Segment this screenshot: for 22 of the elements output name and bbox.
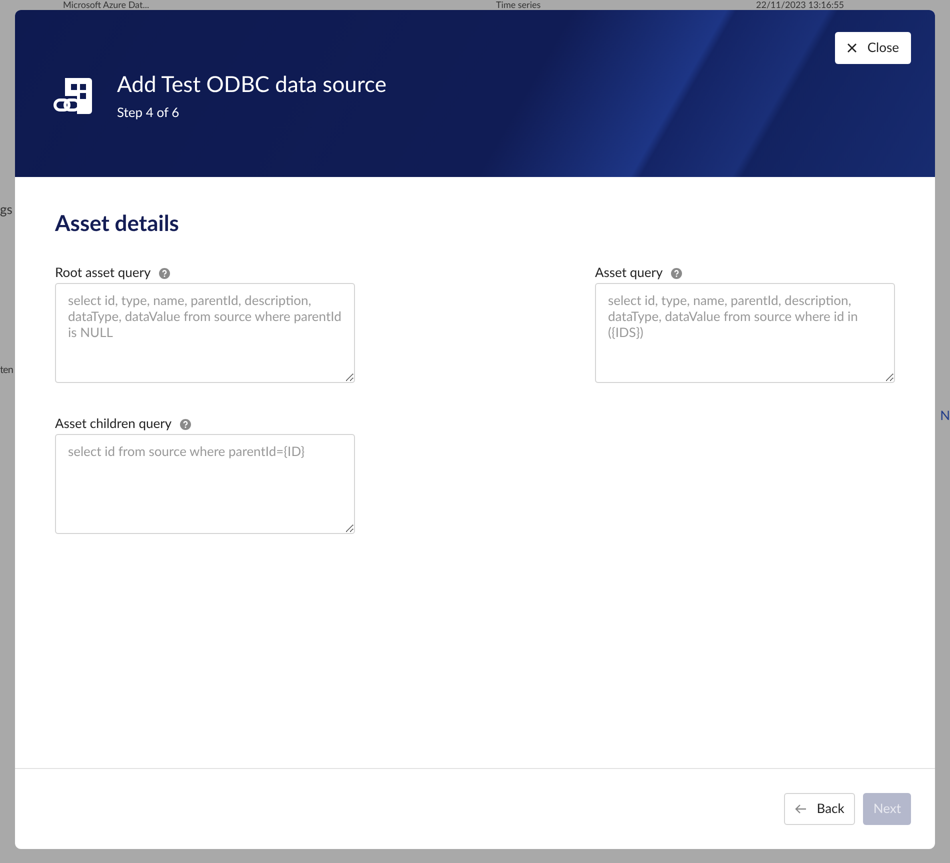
- step-indicator: Step 4 of 6: [117, 103, 180, 122]
- section-title: Asset details: [55, 209, 180, 237]
- query-field[interactable]: select id, type, name, parentId, description, dataType, dataValue from source where id in ({IDS}): [595, 283, 895, 383]
- back-button[interactable]: Back: [784, 793, 856, 825]
- table-cell-text: Microsoft Azure Dat...: [63, 0, 150, 10]
- dialog-title: Add Test ODBC data source: [117, 70, 386, 98]
- table-cell: N: [940, 407, 950, 423]
- field-label: Asset query: [595, 263, 663, 282]
- close-icon: [847, 43, 858, 53]
- menu-text: ten: [0, 363, 13, 378]
- field-label: Root asset query: [55, 263, 151, 282]
- help-icon[interactable]: [158, 268, 170, 278]
- close-button[interactable]: Close: [835, 32, 911, 64]
- help-icon[interactable]: [180, 418, 191, 430]
- query-field[interactable]: select id, type, name, parentId, description, dataType, dataValue from source where parentId is NULL: [55, 283, 355, 383]
- field-label: Asset children query: [55, 414, 172, 434]
- arrow-left-icon: [794, 804, 807, 814]
- help-icon[interactable]: [670, 268, 682, 278]
- menu-text: gs: [0, 201, 12, 217]
- table-cell: 22/11/2023 13:16:55: [756, 0, 844, 10]
- table-cell-text: Time series: [496, 0, 542, 10]
- query-field[interactable]: select id from source where parentId={ID}: [55, 434, 355, 534]
